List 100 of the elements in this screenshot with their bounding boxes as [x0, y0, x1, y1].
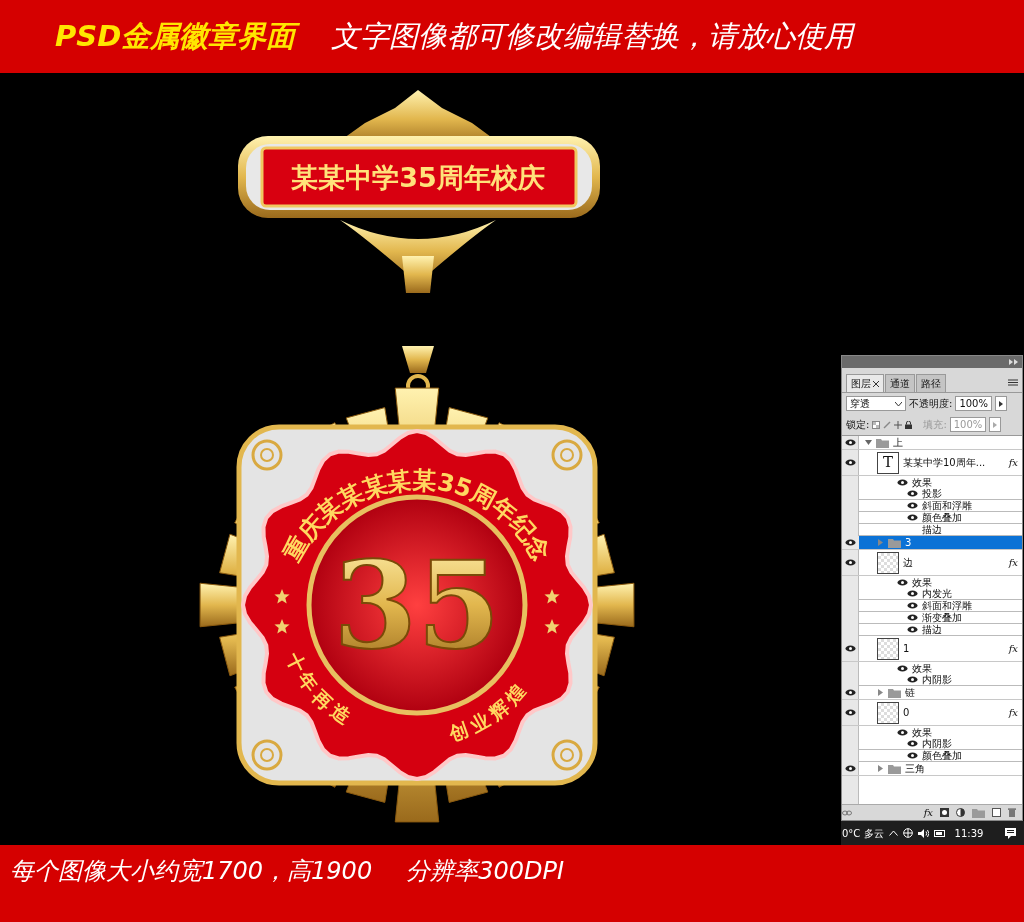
effect-name: 斜面和浮雕 [922, 599, 972, 612]
opacity-field[interactable]: 100% [955, 396, 992, 411]
banner-text: 某某中学35周年校庆 [291, 162, 545, 193]
eye-icon [907, 602, 918, 609]
new-layer-icon[interactable] [992, 808, 1001, 817]
eye-icon [897, 728, 908, 736]
effect-row[interactable]: 内阴影 [842, 674, 1022, 686]
effects-label: 效果 [912, 661, 932, 674]
globe-icon[interactable] [902, 828, 913, 838]
trash-icon[interactable] [1008, 808, 1016, 817]
eye-icon [845, 689, 856, 696]
layer-thumbnail [877, 551, 899, 574]
effects-label: 效果 [912, 725, 932, 738]
effect-row[interactable]: 内阴影 [842, 738, 1022, 750]
panel-tab[interactable]: 图层 [846, 374, 884, 392]
effect-row[interactable]: 斜面和浮雕 [842, 600, 1022, 612]
opacity-label: 不透明度: [909, 397, 953, 411]
effect-name: 内发光 [922, 588, 952, 601]
lock-icon[interactable] [905, 420, 913, 429]
effects-label: 效果 [912, 575, 932, 588]
eye-icon [845, 459, 856, 466]
eye-icon [907, 626, 918, 633]
fx-label: fx [1008, 556, 1018, 570]
layer-name: 某某中学10周年... [903, 456, 986, 470]
layer-name: 链 [905, 686, 915, 700]
blend-mode-dropdown[interactable]: 穿透 [846, 396, 906, 411]
fx-label: fx [1008, 706, 1018, 720]
layer-row[interactable]: 0 fx [842, 700, 1022, 726]
layer-row[interactable]: 边 fx [842, 550, 1022, 576]
weather-text[interactable]: 0°C 多云 [842, 825, 884, 841]
fx-label: fx [1008, 642, 1018, 656]
effect-row[interactable]: 斜面和浮雕 [842, 500, 1022, 512]
motto-text: 创业辉煌 [446, 676, 534, 745]
effect-name: 描边 [922, 523, 942, 537]
layer-name: 上 [893, 436, 903, 450]
layer-thumbnail [877, 701, 899, 724]
effect-name: 描边 [922, 623, 942, 637]
collapse-panel-icon [1009, 359, 1018, 365]
effect-name: 内阴影 [922, 674, 952, 687]
panel-tab[interactable]: 路径 [916, 374, 946, 392]
eye-icon [845, 559, 856, 566]
effect-name: 投影 [922, 488, 942, 501]
layer-row[interactable]: 上 [842, 436, 1022, 450]
close-icon [873, 380, 879, 387]
effect-row[interactable]: 颜色叠加 [842, 750, 1022, 762]
lock-label: 锁定: [846, 418, 870, 432]
effect-row[interactable]: 颜色叠加 [842, 512, 1022, 524]
menu-icon[interactable] [1008, 378, 1018, 386]
layer-name: 边 [903, 556, 913, 570]
effect-name: 渐变叠加 [922, 611, 962, 624]
layer-row[interactable]: 3 [842, 536, 1022, 550]
eye-icon [845, 539, 856, 546]
effect-name: 颜色叠加 [922, 749, 962, 763]
eye-icon [845, 709, 856, 716]
eye-icon [845, 645, 856, 652]
eye-icon [907, 490, 918, 497]
add-style-button[interactable]: fx [923, 805, 933, 820]
half-circle-icon[interactable] [956, 808, 965, 817]
speaker-icon[interactable] [917, 828, 929, 838]
layer-name: 3 [905, 536, 912, 550]
link-icon[interactable] [842, 809, 852, 816]
battery-icon[interactable] [933, 829, 946, 837]
eye-icon [897, 664, 908, 672]
image-size-note: 每个图像大小约宽1700，高1900 [10, 856, 373, 887]
opacity-arrow-button[interactable] [994, 396, 1007, 411]
motto-text: 十年再造 [282, 648, 359, 732]
resolution-note: 分辨率300DPI [406, 856, 564, 887]
caret-icon [895, 401, 902, 406]
chevron-up-icon[interactable] [888, 830, 898, 836]
eye-icon [907, 514, 918, 521]
eye-icon [907, 614, 918, 621]
folder-icon [888, 687, 901, 698]
text-layer-thumbnail: T [877, 451, 899, 474]
effect-row[interactable]: 投影 [842, 488, 1022, 500]
layer-row[interactable]: 1 fx [842, 636, 1022, 662]
layer-name: 三角 [905, 762, 925, 776]
effects-label: 效果 [912, 475, 932, 489]
mask-icon[interactable] [940, 808, 949, 817]
effect-name: 内阴影 [922, 738, 952, 750]
layer-row[interactable]: 三角 [842, 762, 1022, 776]
lock-transparency-icon[interactable] [872, 420, 881, 429]
clock-time[interactable]: 11:39 [954, 825, 984, 841]
layer-name: 0 [903, 706, 910, 720]
eye-icon [907, 740, 918, 747]
play-icon [993, 422, 998, 428]
layer-row[interactable]: 链 [842, 686, 1022, 700]
layer-thumbnail [877, 637, 899, 660]
effect-row[interactable]: 描边 [842, 624, 1022, 636]
layer-row[interactable]: T 某某中学10周年... fx [842, 450, 1022, 476]
panel-tab[interactable]: 通道 [885, 374, 915, 392]
play-icon [998, 401, 1003, 407]
effect-name: 颜色叠加 [922, 511, 962, 524]
notification-icon[interactable] [1005, 827, 1016, 839]
folder-icon [888, 537, 901, 548]
effect-name: 斜面和浮雕 [922, 499, 972, 512]
fill-arrow-button[interactable] [989, 417, 1002, 432]
header-tagline: 文字图像都可修改编辑替换，请放心使用 [331, 17, 854, 55]
fx-label: fx [1008, 456, 1018, 470]
effect-row[interactable]: 内发光 [842, 588, 1022, 600]
effect-row[interactable]: 渐变叠加 [842, 612, 1022, 624]
